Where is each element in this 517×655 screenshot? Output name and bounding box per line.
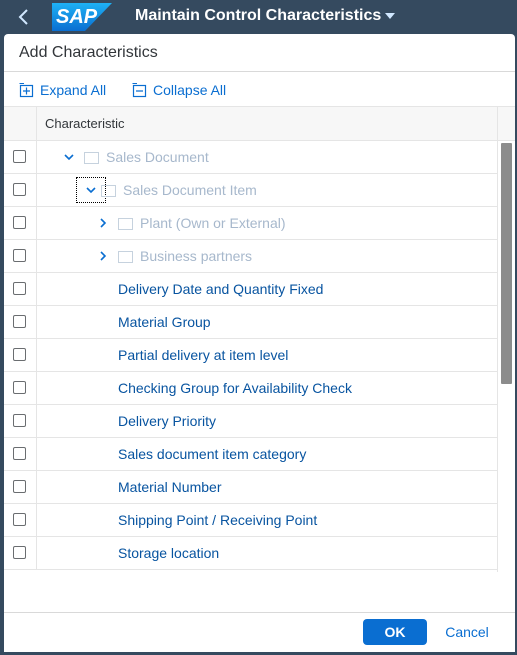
row-select-cell xyxy=(4,273,37,305)
row-checkbox[interactable] xyxy=(13,150,26,163)
row-select-cell xyxy=(4,471,37,503)
select-all-column xyxy=(4,107,37,140)
collapse-all-button[interactable]: Collapse All xyxy=(132,80,226,100)
row-checkbox[interactable] xyxy=(13,249,26,262)
app-title[interactable]: Maintain Control Characteristics xyxy=(135,7,381,25)
dialog-title: Add Characteristics xyxy=(19,44,158,61)
folder-icon xyxy=(118,217,133,230)
add-characteristics-dialog: Add Characteristics Expand All Collapse … xyxy=(4,34,515,652)
sap-logo: SAP xyxy=(52,3,112,31)
characteristics-tree-table: Characteristic Sales Document Sales Docum… xyxy=(4,106,515,612)
header-scroll-spacer xyxy=(497,107,515,140)
row-label[interactable]: Material Group xyxy=(118,314,211,330)
ok-button[interactable]: OK xyxy=(363,619,427,645)
column-header-characteristic[interactable]: Characteristic xyxy=(45,116,124,131)
row-select-cell xyxy=(4,339,37,371)
row-label[interactable]: Delivery Date and Quantity Fixed xyxy=(118,281,323,297)
row-checkbox[interactable] xyxy=(13,414,26,427)
table-row[interactable]: Checking Group for Availability Check xyxy=(4,372,497,405)
table-row[interactable]: Delivery Date and Quantity Fixed xyxy=(4,273,497,306)
row-label[interactable]: Partial delivery at item level xyxy=(118,347,288,363)
table-row[interactable]: Sales document item category xyxy=(4,438,497,471)
row-label: Sales Document xyxy=(106,149,209,165)
expand-all-label: Expand All xyxy=(40,82,107,98)
row-label[interactable]: Delivery Priority xyxy=(118,413,216,429)
table-row[interactable]: Storage location xyxy=(4,537,497,570)
vertical-scrollbar[interactable] xyxy=(497,141,515,572)
table-rows: Sales Document Sales Document Item Plant (… xyxy=(4,141,497,570)
row-select-cell xyxy=(4,405,37,437)
row-checkbox[interactable] xyxy=(13,216,26,229)
folder-icon xyxy=(101,184,116,197)
row-select-cell xyxy=(4,306,37,338)
row-checkbox[interactable] xyxy=(13,183,26,196)
row-select-cell xyxy=(4,174,37,206)
row-checkbox[interactable] xyxy=(13,348,26,361)
row-label[interactable]: Storage location xyxy=(118,545,219,561)
row-checkbox[interactable] xyxy=(13,381,26,394)
row-checkbox[interactable] xyxy=(13,546,26,559)
table-row[interactable]: Delivery Priority xyxy=(4,405,497,438)
row-label[interactable]: Checking Group for Availability Check xyxy=(118,380,352,396)
row-checkbox[interactable] xyxy=(13,480,26,493)
row-label: Plant (Own or External) xyxy=(140,215,286,231)
table-row[interactable]: Material Group xyxy=(4,306,497,339)
row-select-cell xyxy=(4,504,37,536)
table-row[interactable]: Sales Document xyxy=(4,141,497,174)
folder-icon xyxy=(118,250,133,263)
expand-all-icon xyxy=(19,82,34,97)
row-checkbox[interactable] xyxy=(13,447,26,460)
row-label[interactable]: Sales document item category xyxy=(118,446,306,462)
dialog-footer: OK Cancel xyxy=(4,612,515,652)
shell-bar: SAP Maintain Control Characteristics xyxy=(0,0,517,34)
folder-icon xyxy=(84,151,99,164)
row-select-cell xyxy=(4,207,37,239)
collapse-all-label: Collapse All xyxy=(153,82,227,98)
row-select-cell xyxy=(4,438,37,470)
row-label: Business partners xyxy=(140,248,253,264)
dialog-header: Add Characteristics xyxy=(4,34,515,72)
table-row[interactable]: Plant (Own or External) xyxy=(4,207,497,240)
chevron-down-icon[interactable] xyxy=(59,147,79,167)
chevron-right-icon[interactable] xyxy=(93,246,113,266)
table-row[interactable]: Shipping Point / Receiving Point xyxy=(4,504,497,537)
table-header: Characteristic xyxy=(4,107,515,141)
row-label: Sales Document Item xyxy=(123,182,257,198)
dialog-toolbar: Expand All Collapse All xyxy=(4,72,515,106)
row-select-cell xyxy=(4,372,37,404)
collapse-all-icon xyxy=(132,82,147,97)
row-select-cell xyxy=(4,240,37,272)
row-checkbox[interactable] xyxy=(13,315,26,328)
table-row[interactable]: Partial delivery at item level xyxy=(4,339,497,372)
row-label[interactable]: Shipping Point / Receiving Point xyxy=(118,512,317,528)
chevron-down-icon[interactable] xyxy=(384,10,396,22)
row-select-cell xyxy=(4,141,37,173)
table-row[interactable]: Sales Document Item xyxy=(4,174,497,207)
chevron-right-icon[interactable] xyxy=(93,213,113,233)
expand-all-button[interactable]: Expand All xyxy=(19,80,106,100)
scrollbar-thumb[interactable] xyxy=(501,143,512,384)
row-checkbox[interactable] xyxy=(13,282,26,295)
table-row[interactable]: Business partners xyxy=(4,240,497,273)
row-checkbox[interactable] xyxy=(13,513,26,526)
back-icon[interactable] xyxy=(14,7,34,27)
row-select-cell xyxy=(4,537,37,569)
table-row[interactable]: Material Number xyxy=(4,471,497,504)
cancel-button[interactable]: Cancel xyxy=(441,619,493,645)
row-label[interactable]: Material Number xyxy=(118,479,221,495)
